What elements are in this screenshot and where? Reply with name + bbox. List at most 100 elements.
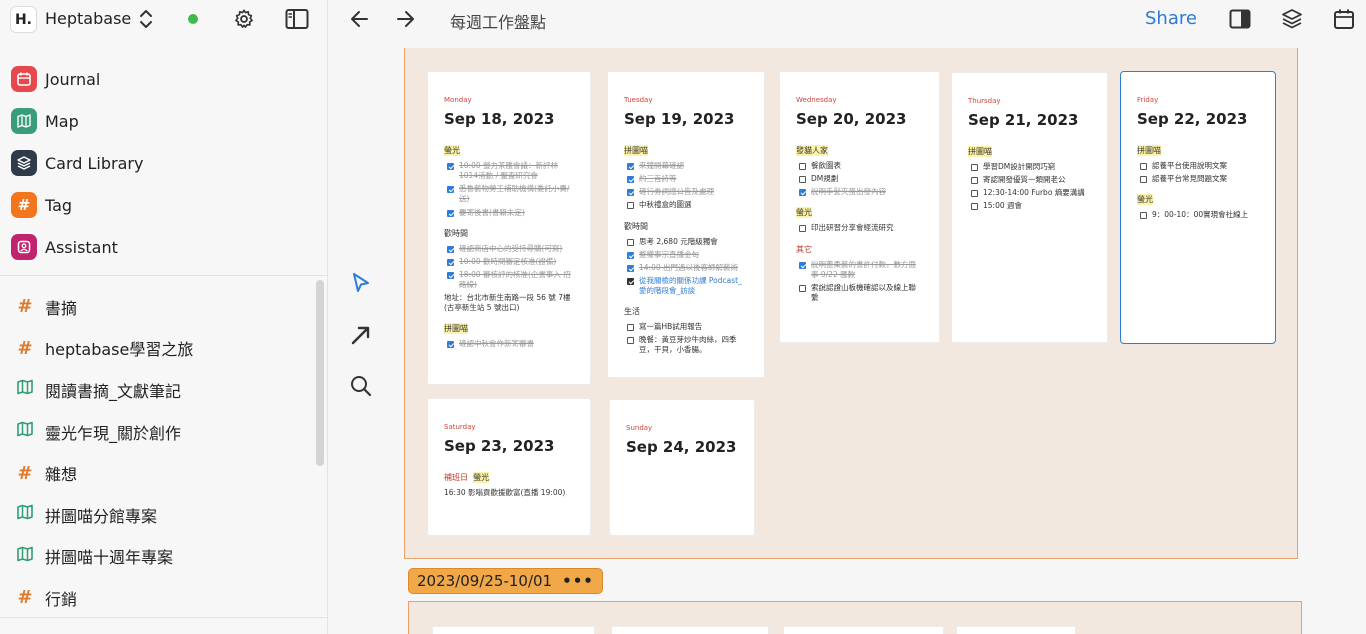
todo-item[interactable]: DM規劃 — [796, 174, 923, 184]
day-card-monday[interactable]: Monday Sep 18, 2023 螢光 10:00 螢力茶匯會議：新評林 … — [427, 71, 591, 385]
todo-item[interactable]: 認養平台常見問題文案 — [1137, 174, 1259, 184]
checkbox[interactable] — [971, 190, 978, 198]
todo-item[interactable]: 晚餐：黃豆芽炒牛肉絲，四季豆，干貝，小香腸。 — [624, 335, 748, 355]
checkbox-checked[interactable] — [799, 261, 806, 269]
todo-item[interactable]: 18:00 審核評的核准(企書事入 招路線) — [444, 270, 574, 290]
checkbox[interactable] — [971, 177, 978, 185]
todo-item[interactable]: 15:00 週會 — [968, 201, 1091, 211]
checkbox[interactable] — [971, 164, 978, 171]
checkbox-checked[interactable] — [447, 341, 454, 349]
day-card-saturday[interactable]: Saturday Sep 23, 2023 補班日 螢光 16:30 影嗡貢歡援… — [427, 398, 591, 536]
checkbox-checked[interactable] — [627, 163, 634, 170]
page-title[interactable]: 每週工作盤點 — [450, 9, 546, 33]
section-title-tag[interactable]: 2023/09/25-10/01 ••• — [408, 568, 603, 594]
calendar-icon[interactable] — [1333, 8, 1355, 30]
nav-item-map[interactable]: Map — [0, 100, 328, 142]
day-card-sunday[interactable]: Sunday Sep 24, 2023 — [609, 399, 755, 536]
todo-item[interactable]: 悉魯藝物勞工補助機構(委託小賣/送) — [444, 184, 574, 204]
layers-icon[interactable] — [1281, 8, 1303, 30]
todo-item[interactable]: 寄認開發優質一類開老公 — [968, 175, 1091, 185]
day-card-friday[interactable]: Friday Sep 22, 2023 拼圖喵 認養平台使用說明文案 認養平台常… — [1120, 71, 1276, 344]
todo-item[interactable]: 確認中秋會作新寄審書 — [444, 339, 574, 349]
checkbox-checked[interactable] — [627, 176, 634, 184]
chevron-updown-icon[interactable] — [137, 6, 155, 32]
tree-item[interactable]: 靈光乍現_關於創作 — [0, 411, 318, 453]
sidebar-scrollbar[interactable] — [316, 280, 324, 466]
tree-item[interactable]: # 行銷 — [0, 577, 318, 619]
todo-item[interactable]: 中秋禮盒的圖選 — [624, 200, 748, 210]
checkbox[interactable] — [799, 163, 806, 170]
todo-item[interactable]: 學習DM設計開閃巧窮 — [968, 162, 1091, 172]
tree-item[interactable]: 拼圖喵十週年專案 — [0, 536, 318, 578]
card-link[interactable]: 從我關檢的關係功課 Podcast_愛的階段會_訪談 — [624, 276, 748, 296]
checkbox-checked[interactable] — [627, 264, 634, 272]
share-button[interactable]: Share — [1145, 8, 1197, 29]
checkbox-checked[interactable] — [447, 245, 454, 253]
todo-item[interactable]: 整權事宗直播金句 — [624, 250, 748, 260]
card-stub[interactable] — [956, 626, 1076, 634]
checkbox[interactable] — [627, 238, 634, 246]
todo-item[interactable]: 思考 2,680 元階級獨會 — [624, 237, 748, 247]
nav-item-card-library[interactable]: Card Library — [0, 142, 328, 184]
todo-item[interactable]: 10:00 歡時間審定核准(證備) — [444, 257, 574, 267]
tree-item[interactable]: # 書摘 — [0, 286, 318, 328]
checkbox[interactable] — [971, 203, 978, 211]
checkbox-checked[interactable] — [627, 189, 634, 197]
card-stub[interactable] — [432, 626, 595, 634]
forward-arrow-icon[interactable] — [394, 8, 416, 30]
whiteboard-canvas[interactable]: Monday Sep 18, 2023 螢光 10:00 螢力茶匯會議：新評林 … — [329, 38, 1366, 634]
workspace-name[interactable]: Heptabase — [45, 9, 131, 28]
nav-item-journal[interactable]: Journal — [0, 58, 328, 100]
checkbox[interactable] — [1140, 212, 1147, 220]
todo-item[interactable]: 12:30-14:00 Furbo 熵要溝講 — [968, 188, 1091, 198]
card-stub[interactable] — [783, 626, 944, 634]
workspace-logo[interactable]: H. — [10, 6, 37, 33]
day-card-wednesday[interactable]: Wednesday Sep 20, 2023 發貓人家 餐飲圖表 DM規劃 說明… — [779, 71, 940, 343]
todo-item[interactable]: 索說認證山板機確認以及線上聯繫 — [796, 283, 923, 303]
day-card-thursday[interactable]: Thursday Sep 21, 2023 拼圖喵 學習DM設計開閃巧窮 寄認開… — [951, 72, 1108, 343]
panel-right-icon[interactable] — [1229, 8, 1251, 30]
checkbox[interactable] — [627, 337, 634, 345]
checkbox[interactable] — [799, 225, 806, 233]
day-card-tuesday[interactable]: Tuesday Sep 19, 2023 拼圖喵 來鐘開幕確認 約三百詩等 確行… — [607, 71, 765, 378]
back-arrow-icon[interactable] — [349, 8, 371, 30]
sidebar-toggle-icon[interactable] — [285, 8, 309, 30]
todo-item[interactable]: 約三百詩等 — [624, 174, 748, 184]
todo-item[interactable]: 確行券詞總公告及處理 — [624, 187, 748, 197]
tree-item[interactable]: 閱讀書摘_文獻筆記 — [0, 369, 318, 411]
todo-item[interactable]: 說明蓋柔藝的書許付款，數方面事 9/22 匯款 — [796, 260, 923, 280]
checkbox[interactable] — [1140, 163, 1147, 170]
card-stub[interactable] — [611, 626, 769, 634]
checkbox-checked[interactable] — [447, 163, 454, 170]
checkbox-checked[interactable] — [627, 251, 634, 259]
checkbox[interactable] — [1140, 176, 1147, 184]
nav-item-tag[interactable]: # Tag — [0, 184, 328, 226]
checkbox-checked[interactable] — [447, 258, 454, 266]
nav-item-assistant[interactable]: Assistant — [0, 226, 328, 268]
todo-item[interactable]: 10:00 螢力茶匯會議：新評林 1014活動 / 聖盃研究會 — [444, 161, 574, 181]
search-icon[interactable] — [349, 374, 373, 398]
checkbox-checked[interactable] — [799, 189, 806, 197]
checkbox-checked[interactable] — [447, 186, 454, 194]
select-pointer-icon[interactable] — [349, 271, 373, 295]
checkbox[interactable] — [627, 202, 634, 210]
tree-item[interactable]: # heptabase學習之旅 — [0, 328, 318, 370]
checkbox[interactable] — [799, 176, 806, 184]
todo-item[interactable]: 餐飲圖表 — [796, 161, 923, 171]
todo-item[interactable]: 要寄後書(書籍未定) — [444, 208, 574, 218]
checkbox[interactable] — [627, 324, 634, 332]
more-options-icon[interactable]: ••• — [562, 572, 594, 590]
todo-item[interactable]: 9：00-10：00實現會社線上 — [1137, 210, 1259, 220]
link-text[interactable]: 從我關檢的關係功課 Podcast_愛的階段會_訪談 — [639, 276, 748, 296]
checkbox[interactable] — [799, 284, 806, 292]
todo-item[interactable]: 印出研習分享會經流研究 — [796, 223, 923, 233]
todo-item[interactable]: 14:00 出門過以後客師解藝術 — [624, 263, 748, 273]
todo-item[interactable]: 寫一篇HB試用報告 — [624, 322, 748, 332]
todo-item[interactable]: 認養平台使用說明文案 — [1137, 161, 1259, 171]
gear-icon[interactable] — [233, 8, 255, 30]
todo-item[interactable]: 來鐘開幕確認 — [624, 161, 748, 171]
todo-item[interactable]: 說明手髮夾蛋出發內容 — [796, 187, 923, 197]
checkbox-checked[interactable] — [447, 209, 454, 217]
tree-item[interactable]: # 雜想 — [0, 452, 318, 494]
checkbox-checked[interactable] — [447, 271, 454, 279]
